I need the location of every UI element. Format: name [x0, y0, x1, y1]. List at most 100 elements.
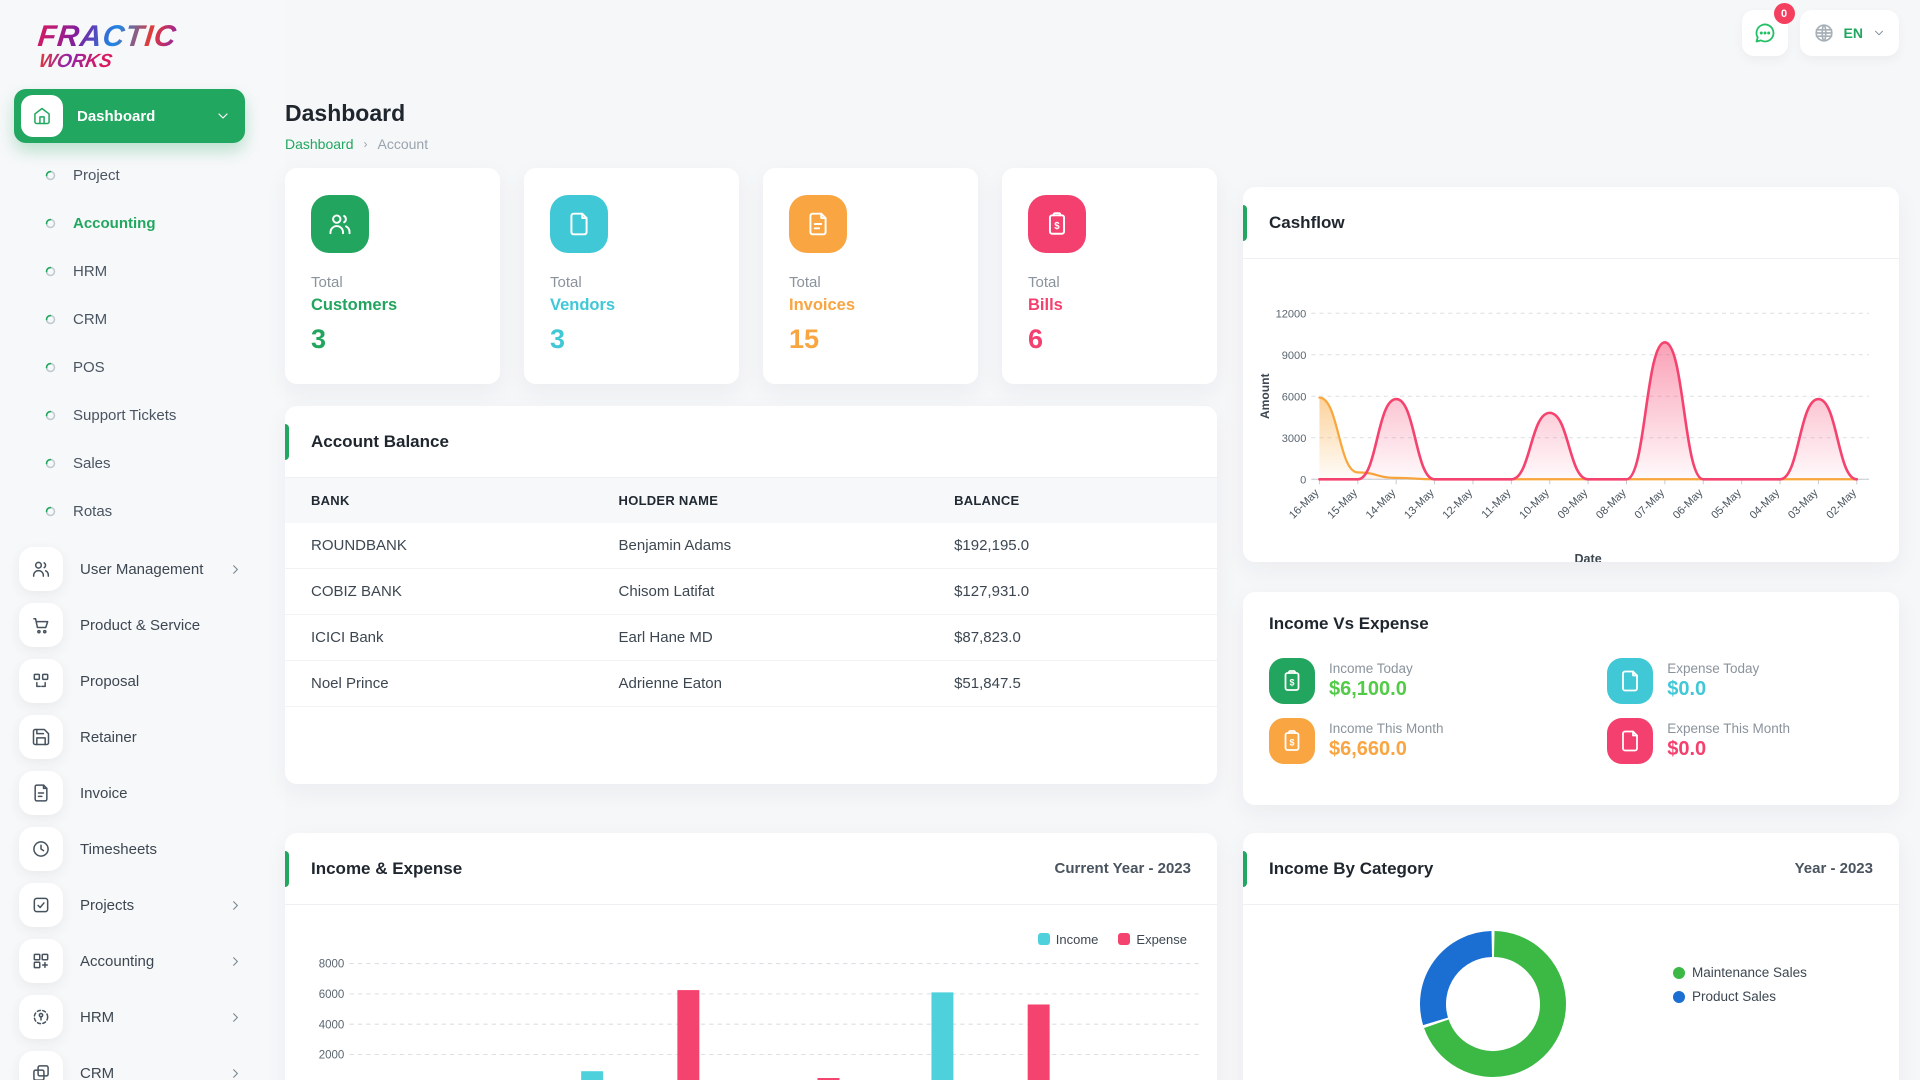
stat-card-customers[interactable]: TotalCustomers3 — [285, 168, 500, 384]
sidebar-item-label: User Management — [80, 561, 211, 578]
sidebar-sub-item-pos[interactable]: POS — [14, 343, 245, 391]
sidebar-item-label: Retainer — [80, 729, 245, 746]
ive-label: Expense Today — [1667, 661, 1759, 676]
svg-text:10-May: 10-May — [1517, 487, 1552, 522]
sidebar-main-items: User Management Product & Service Proposal… — [14, 541, 245, 1080]
stat-prefix: Total — [550, 274, 713, 291]
language-selector[interactable]: EN — [1800, 10, 1899, 56]
stat-value: 3 — [550, 324, 713, 355]
svg-text:04-May: 04-May — [1748, 487, 1783, 522]
chat-button[interactable]: 0 — [1742, 10, 1788, 56]
sidebar-item-label: HRM — [80, 1009, 211, 1026]
table-row: Noel PrinceAdrienne Eaton$51,847.5 — [285, 661, 1217, 707]
income-by-category-card: Income By Category Year - 2023 Maintenan… — [1243, 833, 1899, 1080]
sidebar-item-crm[interactable]: CRM — [14, 1045, 245, 1080]
legend-dot — [1673, 991, 1685, 1003]
sidebar-item-timesheets[interactable]: Timesheets — [14, 821, 245, 877]
bar-legend: Income Expense — [285, 905, 1217, 951]
cell-holder: Chisom Latifat — [593, 569, 929, 615]
bar-chart: 02000400060008000 — [285, 951, 1217, 1080]
svg-text:12-May: 12-May — [1441, 487, 1476, 522]
chevron-down-icon — [215, 108, 231, 124]
svg-text:9000: 9000 — [1282, 350, 1307, 362]
stat-value: 15 — [789, 324, 952, 355]
svg-text:8000: 8000 — [319, 959, 345, 971]
svg-text:6000: 6000 — [1282, 391, 1307, 403]
donut-legend-item-product-sales[interactable]: Product Sales — [1673, 989, 1807, 1004]
sidebar-item-dashboard[interactable]: Dashboard — [14, 89, 245, 143]
sidebar-sub-items: Project AccountingHRMCRM POS Support Ticket… — [14, 151, 245, 535]
sidebar-item-invoice[interactable]: Invoice — [14, 765, 245, 821]
card-accent — [285, 424, 289, 460]
ive-item-expense-today: Expense Today $0.0 — [1607, 658, 1873, 704]
svg-text:11-May: 11-May — [1480, 487, 1514, 521]
stat-card-bills[interactable]: $TotalBills6 — [1002, 168, 1217, 384]
bullet-icon — [45, 314, 56, 325]
sidebar-item-retainer[interactable]: Retainer — [14, 709, 245, 765]
stat-prefix: Total — [1028, 274, 1191, 291]
cashflow-xlabel: Date — [1574, 552, 1601, 562]
col-balance: BALANCE — [928, 478, 1217, 523]
home-icon — [32, 106, 52, 126]
svg-text:09-May: 09-May — [1556, 487, 1591, 522]
checkbox-icon — [31, 895, 51, 915]
sidebar-sub-item-sales[interactable]: Sales — [14, 439, 245, 487]
bullet-icon — [45, 362, 56, 373]
home-icon-box — [21, 95, 63, 137]
sidebar-item-label: Product & Service — [80, 617, 245, 634]
bullet-icon — [45, 266, 56, 277]
sidebar-item-label: Invoice — [80, 785, 245, 802]
bullet-icon — [45, 410, 56, 421]
globe-icon — [1813, 22, 1835, 44]
legend-label: Product Sales — [1692, 989, 1776, 1004]
stat-card-invoices[interactable]: TotalInvoices15 — [763, 168, 978, 384]
ive-value: $6,100.0 — [1329, 678, 1413, 701]
sidebar-sub-item-hrm[interactable]: HRM — [14, 247, 245, 295]
legend-item-expense[interactable]: Expense — [1118, 929, 1187, 949]
squares-icon — [31, 1063, 51, 1080]
sub-item-label: Rotas — [73, 503, 112, 520]
sidebar-sub-item-project[interactable]: Project — [14, 151, 245, 199]
sub-item-label: Project — [73, 167, 120, 184]
legend-swatch — [1118, 933, 1130, 945]
sidebar-item-proposal[interactable]: Proposal — [14, 653, 245, 709]
col-holder-name: HOLDER NAME — [593, 478, 929, 523]
donut-legend: Maintenance Sales Product Sales — [1673, 965, 1807, 1004]
sidebar-sub-item-crm[interactable]: CRM — [14, 295, 245, 343]
breadcrumb-dashboard[interactable]: Dashboard — [285, 136, 354, 152]
sidebar-sub-item-accounting[interactable]: Accounting — [14, 199, 245, 247]
sidebar-item-accounting[interactable]: Accounting — [14, 933, 245, 989]
cell-holder: Earl Hane MD — [593, 615, 929, 661]
clock-icon — [31, 839, 51, 859]
account-balance-title: Account Balance — [311, 432, 449, 452]
sidebar-item-user-management[interactable]: User Management — [14, 541, 245, 597]
svg-text:07-May: 07-May — [1632, 487, 1667, 522]
ive-value: $0.0 — [1667, 678, 1759, 701]
note-icon — [1618, 729, 1642, 753]
sidebar-sub-item-support-tickets[interactable]: Support Tickets — [14, 391, 245, 439]
legend-item-income[interactable]: Income — [1038, 929, 1099, 949]
clipboard-dollar-icon: $ — [1280, 669, 1304, 693]
stat-prefix: Total — [311, 274, 474, 291]
breadcrumb-account: Account — [378, 136, 429, 152]
sidebar-item-projects[interactable]: Projects — [14, 877, 245, 933]
cashflow-title: Cashflow — [1269, 213, 1345, 233]
sidebar-item-product-service[interactable]: Product & Service — [14, 597, 245, 653]
sub-item-label: POS — [73, 359, 105, 376]
sidebar: FRACTIC WORKS Dashboard Project Accountin… — [0, 0, 285, 1080]
stat-value: 3 — [311, 324, 474, 355]
clipboard-dollar-icon: $ — [1044, 211, 1070, 237]
ive-item-income-this-month: $Income This Month$6,660.0 — [1269, 718, 1607, 764]
logo[interactable]: FRACTIC WORKS — [38, 20, 245, 73]
sidebar-sub-item-rotas[interactable]: Rotas — [14, 487, 245, 535]
ive-item-income-today: $Income Today$6,100.0 — [1269, 658, 1607, 704]
col-bank: BANK — [285, 478, 593, 523]
cashflow-card: Cashflow 03000600090001200016-May15-May1… — [1243, 187, 1899, 562]
donut-legend-item-maintenance-sales[interactable]: Maintenance Sales — [1673, 965, 1807, 980]
income-vs-expense-card: Income Vs Expense $Income Today$6,100.0E… — [1243, 592, 1899, 805]
table-row: COBIZ BANKChisom Latifat$127,931.0 — [285, 569, 1217, 615]
cell-balance: $87,823.0 — [928, 615, 1217, 661]
svg-text:15-May: 15-May — [1325, 487, 1360, 522]
sidebar-item-hrm[interactable]: HRM — [14, 989, 245, 1045]
stat-card-vendors[interactable]: TotalVendors3 — [524, 168, 739, 384]
